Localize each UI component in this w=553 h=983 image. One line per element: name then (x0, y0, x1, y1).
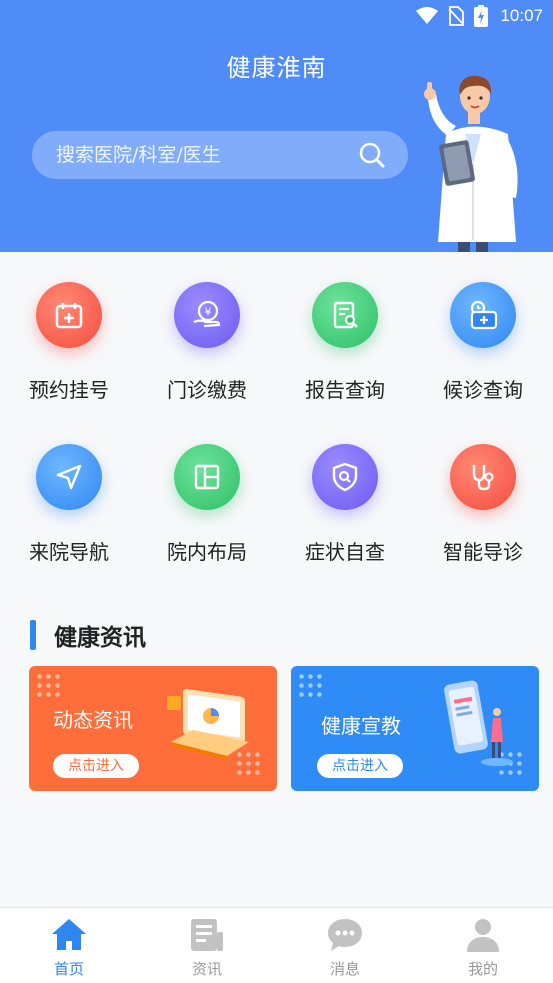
search-bar[interactable] (32, 131, 408, 179)
card-title: 动态资讯 (53, 708, 133, 732)
home-icon (52, 919, 86, 950)
news-card-dynamic[interactable]: 动态资讯 点击进入 (29, 666, 277, 791)
yuan-payment-icon: ¥ (174, 282, 240, 348)
tab-label: 我的 (467, 960, 498, 978)
phone-person-icon (444, 680, 513, 766)
wifi-icon (416, 7, 439, 24)
message-icon (328, 919, 362, 951)
laptop-icon (167, 689, 249, 760)
search-input[interactable] (56, 144, 356, 166)
news-icon (191, 919, 223, 951)
service-label: 预约挂号 (29, 378, 109, 402)
tab-label: 首页 (53, 960, 84, 978)
tab-label: 消息 (329, 960, 360, 978)
search-icon[interactable] (358, 141, 386, 169)
service-label: 来院导航 (29, 540, 109, 564)
tab-news[interactable]: 资讯 (138, 908, 276, 983)
service-queue[interactable]: 候诊查询 (414, 252, 552, 402)
service-label: 候诊查询 (443, 378, 523, 402)
stethoscope-icon (450, 444, 516, 510)
service-appointment[interactable]: 预约挂号 (0, 252, 138, 402)
section-accent-bar (30, 620, 36, 650)
tab-profile[interactable]: 我的 (414, 908, 552, 983)
service-navigation[interactable]: 来院导航 (0, 414, 138, 564)
service-label: 门诊缴费 (167, 378, 247, 402)
svg-text:¥: ¥ (205, 306, 212, 319)
decor-dots (35, 672, 63, 700)
section-title: 健康资讯 (54, 625, 146, 651)
tab-label: 资讯 (191, 960, 222, 978)
status-time: 10:07 (500, 6, 543, 25)
report-search-icon (312, 282, 378, 348)
service-label: 症状自查 (305, 540, 385, 564)
service-layout[interactable]: 院内布局 (138, 414, 276, 564)
service-symptom-check[interactable]: 症状自查 (276, 414, 414, 564)
service-payment[interactable]: ¥ 门诊缴费 (138, 252, 276, 402)
service-label: 智能导诊 (443, 540, 523, 564)
service-label: 院内布局 (167, 540, 247, 564)
tab-home[interactable]: 首页 (0, 908, 138, 983)
enter-button[interactable]: 点击进入 (317, 754, 403, 778)
bottom-tab-bar: 首页 资讯 消息 我的 (0, 907, 553, 983)
clock-medical-icon (450, 282, 516, 348)
status-bar: 10:07 (0, 0, 553, 34)
enter-button[interactable]: 点击进入 (53, 754, 139, 778)
section-header: 健康资讯 (30, 618, 146, 652)
decor-dots (297, 672, 325, 700)
header: 10:07 健康淮南 (0, 0, 553, 252)
service-smart-guide[interactable]: 智能导诊 (414, 414, 552, 564)
calendar-plus-icon (36, 282, 102, 348)
profile-icon (467, 919, 499, 952)
doctor-illustration (424, 75, 518, 252)
layout-grid-icon (174, 444, 240, 510)
shield-search-icon (312, 444, 378, 510)
news-card-education[interactable]: 健康宣教 点击进入 (291, 666, 539, 791)
service-label: 报告查询 (305, 378, 385, 402)
card-title: 健康宣教 (321, 714, 401, 738)
no-sim-icon (448, 6, 465, 26)
navigation-arrow-icon (36, 444, 102, 510)
battery-charging-icon (474, 5, 489, 27)
service-report[interactable]: 报告查询 (276, 252, 414, 402)
tab-messages[interactable]: 消息 (276, 908, 414, 983)
